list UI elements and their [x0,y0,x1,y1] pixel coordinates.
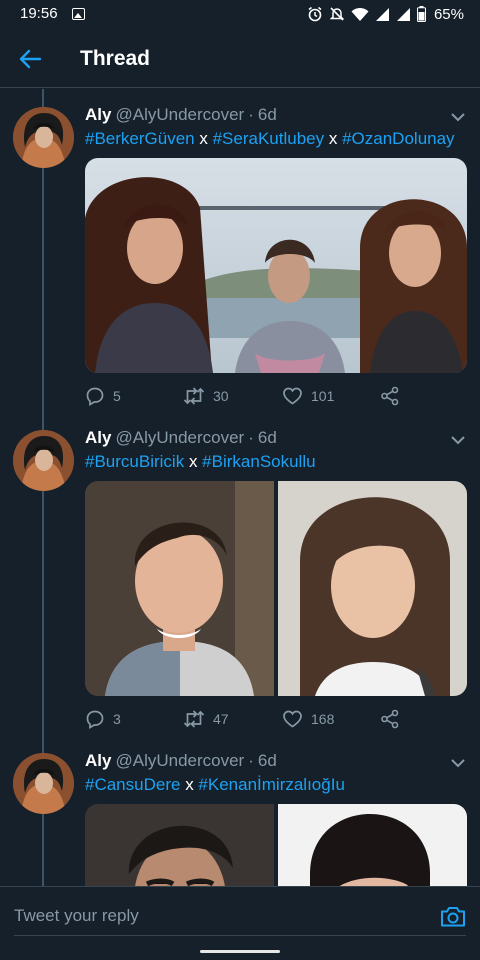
battery-icon [416,6,426,22]
avatar[interactable] [13,753,74,814]
separator-dot: · [248,751,254,770]
arrow-left-icon [19,49,41,69]
reply-count: 5 [113,388,121,404]
photo-notification-icon [72,8,85,20]
tweet-text: #BurcuBiricik x #BirkanSokullu [85,452,316,472]
status-time: 19:56 [20,5,58,22]
hashtag-link[interactable]: #CansuDere [85,775,180,794]
chevron-down-icon[interactable] [450,434,466,446]
hashtag-link[interactable]: #OzanDolunay [342,129,454,148]
reply-bar: Tweet your reply [0,886,480,960]
tweet-photo[interactable] [278,804,467,886]
reply-button[interactable]: 5 [85,384,121,408]
author-handle[interactable]: @AlyUndercover [115,105,244,125]
like-count: 168 [311,711,335,727]
chevron-down-icon[interactable] [450,757,466,769]
tweet-time[interactable]: 6d [258,751,277,771]
avatar[interactable] [13,430,74,491]
share-icon [381,709,399,729]
tweet-photo[interactable] [278,481,467,696]
reply-input-underline [14,935,466,936]
tweet-text: #BerkerGüven x #SeraKutlubey x #OzanDolu… [85,129,455,149]
tweet-photo[interactable] [85,481,274,696]
app-header: Thread [0,30,480,88]
tweet-text: #CansuDere x #KenanİmirzalıoğIu [85,775,345,795]
author-name[interactable]: Aly [85,105,111,125]
signal-icon [375,7,389,21]
mute-icon [329,7,345,21]
hashtag-link[interactable]: #KenanİmirzalıoğIu [198,775,344,794]
separator-dot: · [248,428,254,447]
tweet-header: Aly @AlyUndercover · 6d [85,428,277,450]
tweet-actions: 3 47 168 [85,707,415,731]
share-button[interactable] [380,384,400,408]
share-button[interactable] [380,707,400,731]
chevron-down-icon[interactable] [450,111,466,123]
tweet-photo[interactable] [85,158,467,373]
author-name[interactable]: Aly [85,428,111,448]
tweet[interactable]: Aly @AlyUndercover · 6d #CansuDere x #Ke… [0,735,480,886]
like-button[interactable]: 101 [282,384,334,408]
hashtag-link[interactable]: #BerkerGüven [85,129,195,148]
hashtag-link[interactable]: #SeraKutlubey [213,129,325,148]
like-count: 101 [311,388,335,404]
heart-icon [283,387,302,405]
thread-list[interactable]: Aly @AlyUndercover · 6d #BerkerGüven x #… [0,89,480,886]
retweet-button[interactable]: 47 [183,707,229,731]
tweet-actions: 5 30 101 [85,384,415,408]
avatar[interactable] [13,107,74,168]
retweet-icon [183,387,205,405]
home-indicator[interactable] [200,950,280,953]
status-icons: 65% [307,4,464,24]
like-button[interactable]: 168 [282,707,334,731]
reply-count: 3 [113,711,121,727]
reply-icon [86,710,104,729]
hashtag-link[interactable]: #BirkanSokullu [202,452,315,471]
tweet-photo-grid [85,481,467,696]
retweet-count: 47 [213,711,229,727]
wifi-icon [351,7,369,21]
status-bar: 19:56 65% [0,0,480,30]
alarm-icon [308,6,322,22]
back-button[interactable] [14,43,46,75]
battery-percent: 65% [433,5,464,23]
retweet-count: 30 [213,388,229,404]
retweet-icon [183,710,205,728]
tweet-header: Aly @AlyUndercover · 6d [85,751,277,773]
text-separator: x [328,129,338,148]
signal-2-icon [396,7,410,21]
share-icon [381,386,399,406]
retweet-button[interactable]: 30 [183,384,229,408]
reply-button[interactable]: 3 [85,707,121,731]
tweet-time[interactable]: 6d [258,428,277,448]
tweet[interactable]: Aly @AlyUndercover · 6d #BurcuBiricik x … [0,412,480,735]
page-title: Thread [80,47,151,70]
reply-icon [86,387,104,406]
text-separator: x [188,452,198,471]
tweet[interactable]: Aly @AlyUndercover · 6d #BerkerGüven x #… [0,89,480,412]
tweet-photo[interactable] [85,804,274,886]
tweet-photo-grid [85,804,467,886]
author-name[interactable]: Aly [85,751,111,771]
hashtag-link[interactable]: #BurcuBiricik [85,452,184,471]
author-handle[interactable]: @AlyUndercover [115,428,244,448]
camera-icon[interactable] [440,904,466,928]
tweet-header: Aly @AlyUndercover · 6d [85,105,277,127]
text-separator: x [185,775,194,794]
separator-dot: · [248,105,254,124]
reply-input[interactable]: Tweet your reply [14,906,139,926]
text-separator: x [199,129,208,148]
author-handle[interactable]: @AlyUndercover [115,751,244,771]
tweet-time[interactable]: 6d [258,105,277,125]
heart-icon [283,710,302,728]
